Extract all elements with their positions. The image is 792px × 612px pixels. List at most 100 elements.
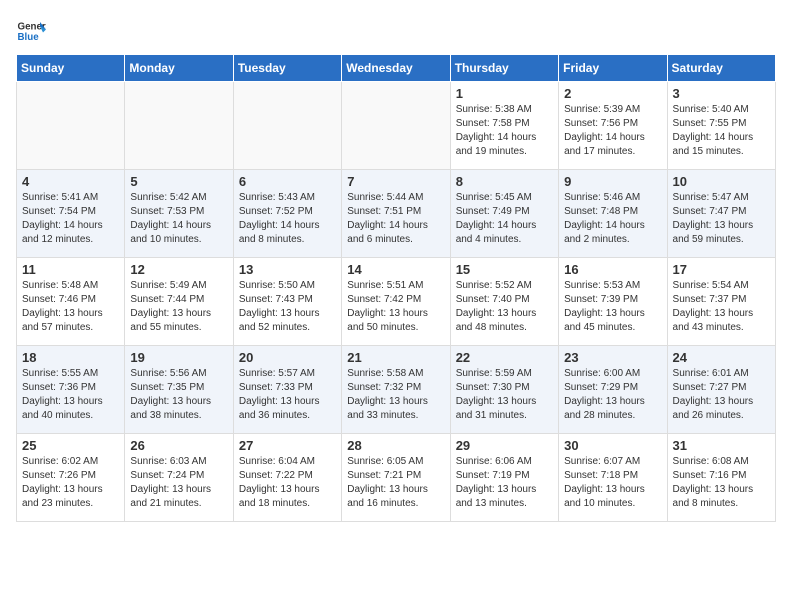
day-number: 17 bbox=[673, 262, 770, 277]
calendar-cell: 30 Sunrise: 6:07 AMSunset: 7:18 PMDayligh… bbox=[559, 434, 667, 522]
day-info: Sunrise: 5:44 AMSunset: 7:51 PMDaylight:… bbox=[347, 191, 444, 247]
day-info: Sunrise: 5:39 AMSunset: 7:56 PMDaylight:… bbox=[564, 103, 661, 159]
calendar-cell: 11 Sunrise: 5:48 AMSunset: 7:46 PMDayligh… bbox=[17, 258, 125, 346]
page-header: General Blue bbox=[16, 16, 776, 46]
day-header-thursday: Thursday bbox=[450, 55, 558, 82]
calendar-cell: 26Sunrise: 6:03 AMSunset: 7:24 PMDayligh… bbox=[125, 434, 233, 522]
calendar-cell: 1 Sunrise: 5:38 AMSunset: 7:58 PMDaylight… bbox=[450, 82, 558, 170]
calendar-cell: 14 Sunrise: 5:51 AMSunset: 7:42 PMDayligh… bbox=[342, 258, 450, 346]
day-info: Sunrise: 6:06 AMSunset: 7:19 PMDaylight:… bbox=[456, 455, 553, 511]
day-info: Sunrise: 5:41 AMSunset: 7:54 PMDaylight:… bbox=[22, 191, 119, 247]
svg-text:Blue: Blue bbox=[18, 32, 40, 43]
calendar-cell: 13 Sunrise: 5:50 AMSunset: 7:43 PMDayligh… bbox=[233, 258, 341, 346]
calendar-cell: 9Sunrise: 5:46 AMSunset: 7:48 PMDaylight… bbox=[559, 170, 667, 258]
calendar-cell: 15 Sunrise: 5:52 AMSunset: 7:40 PMDayligh… bbox=[450, 258, 558, 346]
day-info: Sunrise: 5:59 AMSunset: 7:30 PMDaylight:… bbox=[456, 367, 553, 423]
day-number: 29 bbox=[456, 438, 553, 453]
day-info: Sunrise: 5:50 AMSunset: 7:43 PMDaylight:… bbox=[239, 279, 336, 335]
day-info: Sunrise: 5:54 AMSunset: 7:37 PMDaylight:… bbox=[673, 279, 770, 335]
week-row-1: 1 Sunrise: 5:38 AMSunset: 7:58 PMDaylight… bbox=[17, 82, 776, 170]
week-row-3: 11 Sunrise: 5:48 AMSunset: 7:46 PMDayligh… bbox=[17, 258, 776, 346]
calendar-cell: 23 Sunrise: 6:00 AMSunset: 7:29 PMDayligh… bbox=[559, 346, 667, 434]
day-header-monday: Monday bbox=[125, 55, 233, 82]
calendar-cell: 18Sunrise: 5:55 AMSunset: 7:36 PMDayligh… bbox=[17, 346, 125, 434]
day-number: 14 bbox=[347, 262, 444, 277]
day-number: 5 bbox=[130, 174, 227, 189]
calendar-cell: 22 Sunrise: 5:59 AMSunset: 7:30 PMDayligh… bbox=[450, 346, 558, 434]
day-number: 15 bbox=[456, 262, 553, 277]
calendar-cell: 4 Sunrise: 5:41 AMSunset: 7:54 PMDaylight… bbox=[17, 170, 125, 258]
day-info: Sunrise: 5:58 AMSunset: 7:32 PMDaylight:… bbox=[347, 367, 444, 423]
day-number: 10 bbox=[673, 174, 770, 189]
day-header-friday: Friday bbox=[559, 55, 667, 82]
calendar-cell: 29 Sunrise: 6:06 AMSunset: 7:19 PMDayligh… bbox=[450, 434, 558, 522]
day-number: 9 bbox=[564, 174, 661, 189]
day-number: 1 bbox=[456, 86, 553, 101]
calendar-cell: 31 Sunrise: 6:08 AMSunset: 7:16 PMDayligh… bbox=[667, 434, 775, 522]
day-info: Sunrise: 6:07 AMSunset: 7:18 PMDaylight:… bbox=[564, 455, 661, 511]
day-number: 24 bbox=[673, 350, 770, 365]
day-number: 4 bbox=[22, 174, 119, 189]
day-info: Sunrise: 6:01 AMSunset: 7:27 PMDaylight:… bbox=[673, 367, 770, 423]
day-number: 20 bbox=[239, 350, 336, 365]
week-row-5: 25Sunrise: 6:02 AMSunset: 7:26 PMDayligh… bbox=[17, 434, 776, 522]
calendar-cell: 19 Sunrise: 5:56 AMSunset: 7:35 PMDayligh… bbox=[125, 346, 233, 434]
day-number: 30 bbox=[564, 438, 661, 453]
day-number: 27 bbox=[239, 438, 336, 453]
day-header-tuesday: Tuesday bbox=[233, 55, 341, 82]
week-row-2: 4 Sunrise: 5:41 AMSunset: 7:54 PMDaylight… bbox=[17, 170, 776, 258]
day-number: 31 bbox=[673, 438, 770, 453]
day-info: Sunrise: 5:51 AMSunset: 7:42 PMDaylight:… bbox=[347, 279, 444, 335]
calendar-cell: 21Sunrise: 5:58 AMSunset: 7:32 PMDayligh… bbox=[342, 346, 450, 434]
day-info: Sunrise: 5:47 AMSunset: 7:47 PMDaylight:… bbox=[673, 191, 770, 247]
day-number: 13 bbox=[239, 262, 336, 277]
calendar-cell: 25Sunrise: 6:02 AMSunset: 7:26 PMDayligh… bbox=[17, 434, 125, 522]
day-info: Sunrise: 5:48 AMSunset: 7:46 PMDaylight:… bbox=[22, 279, 119, 335]
day-number: 7 bbox=[347, 174, 444, 189]
day-header-wednesday: Wednesday bbox=[342, 55, 450, 82]
day-number: 2 bbox=[564, 86, 661, 101]
day-info: Sunrise: 6:08 AMSunset: 7:16 PMDaylight:… bbox=[673, 455, 770, 511]
calendar-cell: 28 Sunrise: 6:05 AMSunset: 7:21 PMDayligh… bbox=[342, 434, 450, 522]
day-info: Sunrise: 6:00 AMSunset: 7:29 PMDaylight:… bbox=[564, 367, 661, 423]
day-number: 12 bbox=[130, 262, 227, 277]
calendar-cell bbox=[342, 82, 450, 170]
day-info: Sunrise: 5:40 AMSunset: 7:55 PMDaylight:… bbox=[673, 103, 770, 159]
day-number: 26 bbox=[130, 438, 227, 453]
day-info: Sunrise: 6:05 AMSunset: 7:21 PMDaylight:… bbox=[347, 455, 444, 511]
calendar-table: SundayMondayTuesdayWednesdayThursdayFrid… bbox=[16, 54, 776, 522]
day-number: 19 bbox=[130, 350, 227, 365]
day-info: Sunrise: 5:56 AMSunset: 7:35 PMDaylight:… bbox=[130, 367, 227, 423]
calendar-cell: 8Sunrise: 5:45 AMSunset: 7:49 PMDaylight… bbox=[450, 170, 558, 258]
day-number: 28 bbox=[347, 438, 444, 453]
day-header-saturday: Saturday bbox=[667, 55, 775, 82]
calendar-cell: 5 Sunrise: 5:42 AMSunset: 7:53 PMDaylight… bbox=[125, 170, 233, 258]
day-number: 23 bbox=[564, 350, 661, 365]
calendar-cell: 24 Sunrise: 6:01 AMSunset: 7:27 PMDayligh… bbox=[667, 346, 775, 434]
day-number: 16 bbox=[564, 262, 661, 277]
logo: General Blue bbox=[16, 16, 46, 46]
day-info: Sunrise: 5:43 AMSunset: 7:52 PMDaylight:… bbox=[239, 191, 336, 247]
day-header-sunday: Sunday bbox=[17, 55, 125, 82]
calendar-cell: 20 Sunrise: 5:57 AMSunset: 7:33 PMDayligh… bbox=[233, 346, 341, 434]
calendar-cell: 27 Sunrise: 6:04 AMSunset: 7:22 PMDayligh… bbox=[233, 434, 341, 522]
day-info: Sunrise: 5:49 AMSunset: 7:44 PMDaylight:… bbox=[130, 279, 227, 335]
day-info: Sunrise: 6:04 AMSunset: 7:22 PMDaylight:… bbox=[239, 455, 336, 511]
calendar-cell: 10 Sunrise: 5:47 AMSunset: 7:47 PMDayligh… bbox=[667, 170, 775, 258]
day-number: 11 bbox=[22, 262, 119, 277]
calendar-cell: 7 Sunrise: 5:44 AMSunset: 7:51 PMDaylight… bbox=[342, 170, 450, 258]
calendar-cell: 2 Sunrise: 5:39 AMSunset: 7:56 PMDaylight… bbox=[559, 82, 667, 170]
day-info: Sunrise: 5:38 AMSunset: 7:58 PMDaylight:… bbox=[456, 103, 553, 159]
day-info: Sunrise: 5:45 AMSunset: 7:49 PMDaylight:… bbox=[456, 191, 553, 247]
calendar-cell: 6Sunrise: 5:43 AMSunset: 7:52 PMDaylight… bbox=[233, 170, 341, 258]
logo-icon: General Blue bbox=[16, 16, 46, 46]
calendar-cell: 16Sunrise: 5:53 AMSunset: 7:39 PMDayligh… bbox=[559, 258, 667, 346]
calendar-cell: 17 Sunrise: 5:54 AMSunset: 7:37 PMDayligh… bbox=[667, 258, 775, 346]
day-info: Sunrise: 5:52 AMSunset: 7:40 PMDaylight:… bbox=[456, 279, 553, 335]
calendar-cell: 12 Sunrise: 5:49 AMSunset: 7:44 PMDayligh… bbox=[125, 258, 233, 346]
day-info: Sunrise: 5:57 AMSunset: 7:33 PMDaylight:… bbox=[239, 367, 336, 423]
day-number: 22 bbox=[456, 350, 553, 365]
day-info: Sunrise: 5:42 AMSunset: 7:53 PMDaylight:… bbox=[130, 191, 227, 247]
day-info: Sunrise: 5:55 AMSunset: 7:36 PMDaylight:… bbox=[22, 367, 119, 423]
calendar-cell bbox=[17, 82, 125, 170]
